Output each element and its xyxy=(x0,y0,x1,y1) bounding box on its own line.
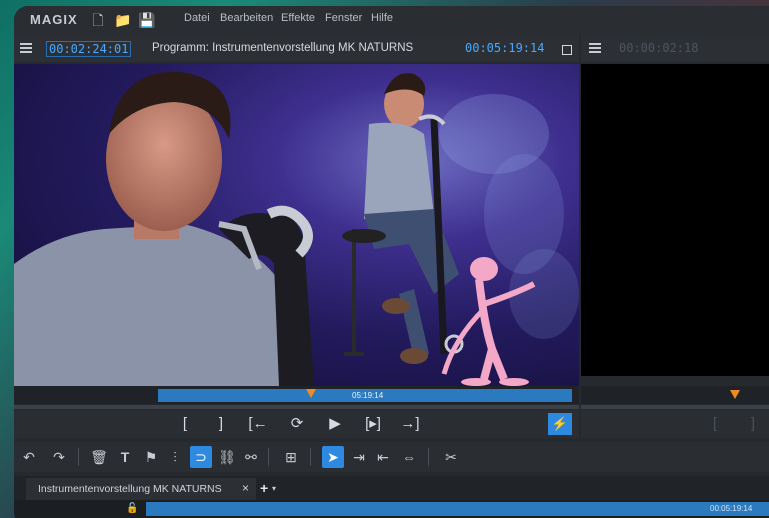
source-menu-icon[interactable] xyxy=(589,43,601,53)
menu-effekte[interactable]: Effekte xyxy=(281,12,315,24)
loop-button[interactable]: ⟳ xyxy=(286,413,308,435)
magix-application: MAGIX 🗋 📁 💾 Datei Bearbeiten Effekte Fen… xyxy=(0,0,769,518)
menu-bar: MAGIX 🗋 📁 💾 Datei Bearbeiten Effekte Fen… xyxy=(14,6,769,36)
set-in-button[interactable]: [ xyxy=(176,413,194,435)
main-window: MAGIX 🗋 📁 💾 Datei Bearbeiten Effekte Fen… xyxy=(14,6,769,518)
source-monitor-header: 00:00:02:18 xyxy=(581,36,769,62)
play-range-label: 05:19:14 xyxy=(352,391,384,400)
playhead-marker[interactable] xyxy=(306,389,316,398)
menu-fenster[interactable]: Fenster xyxy=(325,12,362,24)
source-playhead-marker[interactable] xyxy=(730,390,740,399)
toolbar-separator xyxy=(310,448,311,466)
menu-hilfe[interactable]: Hilfe xyxy=(371,12,393,24)
timeline-range-bar[interactable] xyxy=(146,502,769,516)
program-scrollbar[interactable] xyxy=(14,405,579,409)
marker-icon[interactable]: ⚑ xyxy=(140,446,162,468)
flash-icon[interactable]: ⚡ xyxy=(548,413,572,435)
toolbar-separator xyxy=(78,448,79,466)
lock-icon[interactable]: 🔓 xyxy=(126,503,138,514)
prev-marker-button[interactable]: [← xyxy=(246,413,270,435)
source-transport xyxy=(581,410,769,438)
source-out-button[interactable]: ] xyxy=(746,413,760,435)
menu-datei[interactable]: Datei xyxy=(184,12,210,24)
next-marker-button[interactable]: →] xyxy=(398,413,422,435)
play-button[interactable]: ▶ xyxy=(324,413,346,435)
unlink-icon[interactable]: ⚯ xyxy=(240,446,262,468)
loop-mode-icon[interactable]: ⊃ xyxy=(190,446,212,468)
stretch-icon[interactable]: ⇔ xyxy=(398,446,420,468)
pointer-icon[interactable]: ➤ xyxy=(322,446,344,468)
program-monitor-header: 00:02:24:01 Programm: Instrumentenvorste… xyxy=(14,36,579,62)
tab-dropdown-icon[interactable]: ▾ xyxy=(272,484,276,493)
link-icon[interactable]: ⛓ xyxy=(216,446,238,468)
source-timecode: 00:00:02:18 xyxy=(619,41,699,55)
program-title: Programm: Instrumentenvorstellung MK NAT… xyxy=(152,42,414,54)
set-out-button[interactable]: ] xyxy=(212,413,230,435)
timeline-end-time: 00:05:19:14 xyxy=(710,504,753,513)
total-duration: 00:05:19:14 xyxy=(465,41,545,55)
menu-bearbeiten[interactable]: Bearbeiten xyxy=(220,12,273,24)
source-video-frame[interactable] xyxy=(581,64,769,376)
magix-logo: MAGIX xyxy=(30,12,78,27)
program-video-frame[interactable] xyxy=(14,64,579,386)
add-tab-icon[interactable]: + xyxy=(260,480,268,496)
current-timecode[interactable]: 00:02:24:01 xyxy=(46,41,132,57)
source-ruler[interactable] xyxy=(581,386,769,404)
save-icon[interactable]: 💾 xyxy=(138,11,155,29)
source-in-button[interactable]: [ xyxy=(708,413,722,435)
range-tool-icon[interactable]: ⇥ xyxy=(348,446,370,468)
split-icon[interactable]: ⫶ xyxy=(164,446,186,468)
project-tab-label: Instrumentenvorstellung MK NATURNS xyxy=(38,483,222,495)
play-range-button[interactable]: [▸] xyxy=(359,413,387,435)
effects-icon[interactable]: ✂ xyxy=(440,446,462,468)
text-icon[interactable]: T xyxy=(114,446,136,468)
toolbar-separator xyxy=(268,448,269,466)
open-folder-icon[interactable]: 📁 xyxy=(114,11,131,29)
undo-icon[interactable]: ↶ xyxy=(18,446,40,468)
source-scrollbar[interactable] xyxy=(581,405,769,409)
monitor-menu-icon[interactable] xyxy=(20,43,32,53)
new-file-icon[interactable]: 🗋 xyxy=(90,11,106,29)
trim-tool-icon[interactable]: ⇤ xyxy=(372,446,394,468)
insert-icon[interactable]: ⊞ xyxy=(280,446,302,468)
toolbar-separator xyxy=(428,448,429,466)
delete-icon[interactable]: 🗑 xyxy=(88,446,110,468)
redo-icon[interactable]: ↷ xyxy=(48,446,70,468)
close-tab-icon[interactable]: × xyxy=(242,481,249,495)
video-image xyxy=(14,71,579,386)
maximize-icon[interactable] xyxy=(562,45,572,55)
